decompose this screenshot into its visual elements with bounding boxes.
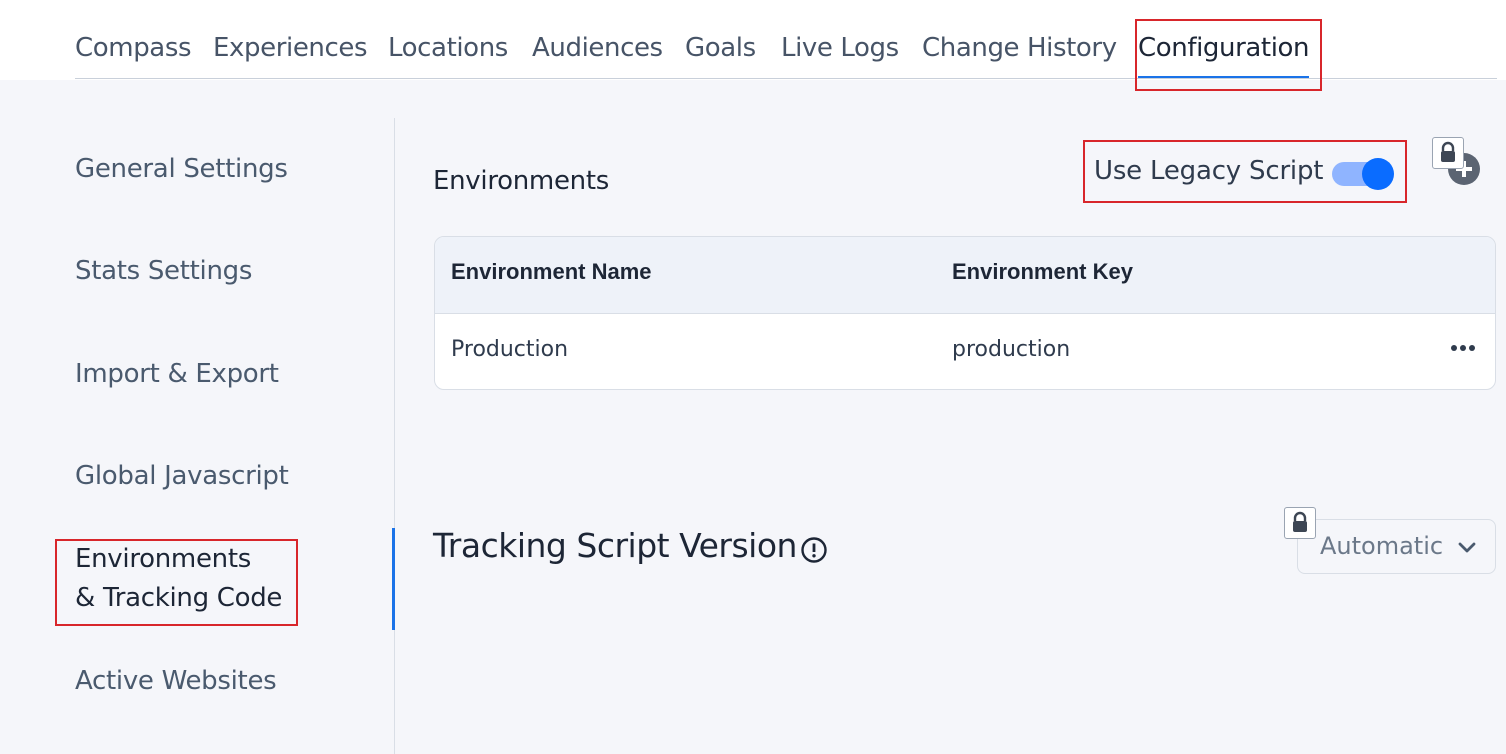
tab-change-history[interactable]: Change History: [922, 28, 1117, 78]
environments-table: Environment Name Environment Key Product…: [434, 236, 1496, 390]
sidebar-active-indicator: [392, 528, 395, 630]
sidebar-item-active-websites[interactable]: Active Websites: [75, 662, 277, 701]
column-header-environment-name: Environment Name: [451, 259, 652, 284]
legacy-script-label: Use Legacy Script: [1094, 156, 1324, 186]
sidebar-item-import-export[interactable]: Import & Export: [75, 355, 279, 394]
tracking-script-version-title: Tracking Script Version: [433, 526, 797, 565]
tracking-version-value: Automatic: [1320, 532, 1444, 560]
toggle-knob: [1362, 158, 1394, 190]
sidebar-item-stats-settings[interactable]: Stats Settings: [75, 252, 252, 291]
sidebar-item-general-settings[interactable]: General Settings: [75, 150, 288, 189]
tracking-version-select[interactable]: Automatic: [1297, 519, 1496, 574]
more-horizontal-icon: [1451, 345, 1475, 351]
row-divider: [435, 389, 1495, 390]
tab-configuration[interactable]: Configuration: [1138, 28, 1310, 78]
top-nav-bar: Compass Experiences Locations Audiences …: [0, 0, 1506, 80]
tab-audiences[interactable]: Audiences: [532, 28, 663, 78]
tab-live-logs[interactable]: Live Logs: [781, 28, 899, 78]
environment-name-cell: Production: [451, 337, 569, 362]
tab-compass[interactable]: Compass: [75, 28, 192, 78]
sidebar-item-global-javascript[interactable]: Global Javascript: [75, 457, 289, 496]
table-header: Environment Name Environment Key: [435, 237, 1495, 314]
nav-tabs: Compass Experiences Locations Audiences …: [75, 28, 1497, 79]
sidebar-item-environments-tracking-code[interactable]: Environments & Tracking Code: [75, 540, 282, 618]
environment-key-cell: production: [952, 337, 1071, 362]
tab-locations[interactable]: Locations: [388, 28, 508, 78]
environments-title: Environments: [433, 166, 609, 196]
info-circle-icon[interactable]: [800, 536, 828, 564]
lock-icon: [1432, 137, 1464, 169]
chevron-down-icon: [1458, 542, 1476, 553]
column-header-environment-key: Environment Key: [952, 259, 1133, 284]
tab-experiences[interactable]: Experiences: [213, 28, 368, 78]
lock-icon: [1284, 507, 1316, 539]
row-actions-button[interactable]: [1443, 333, 1483, 363]
sidebar-divider: [394, 118, 395, 754]
sidebar-item-label-line2: & Tracking Code: [75, 583, 283, 613]
sidebar-item-label-line1: Environments: [75, 544, 251, 574]
tab-goals[interactable]: Goals: [685, 28, 756, 78]
legacy-script-toggle[interactable]: [1332, 158, 1394, 190]
